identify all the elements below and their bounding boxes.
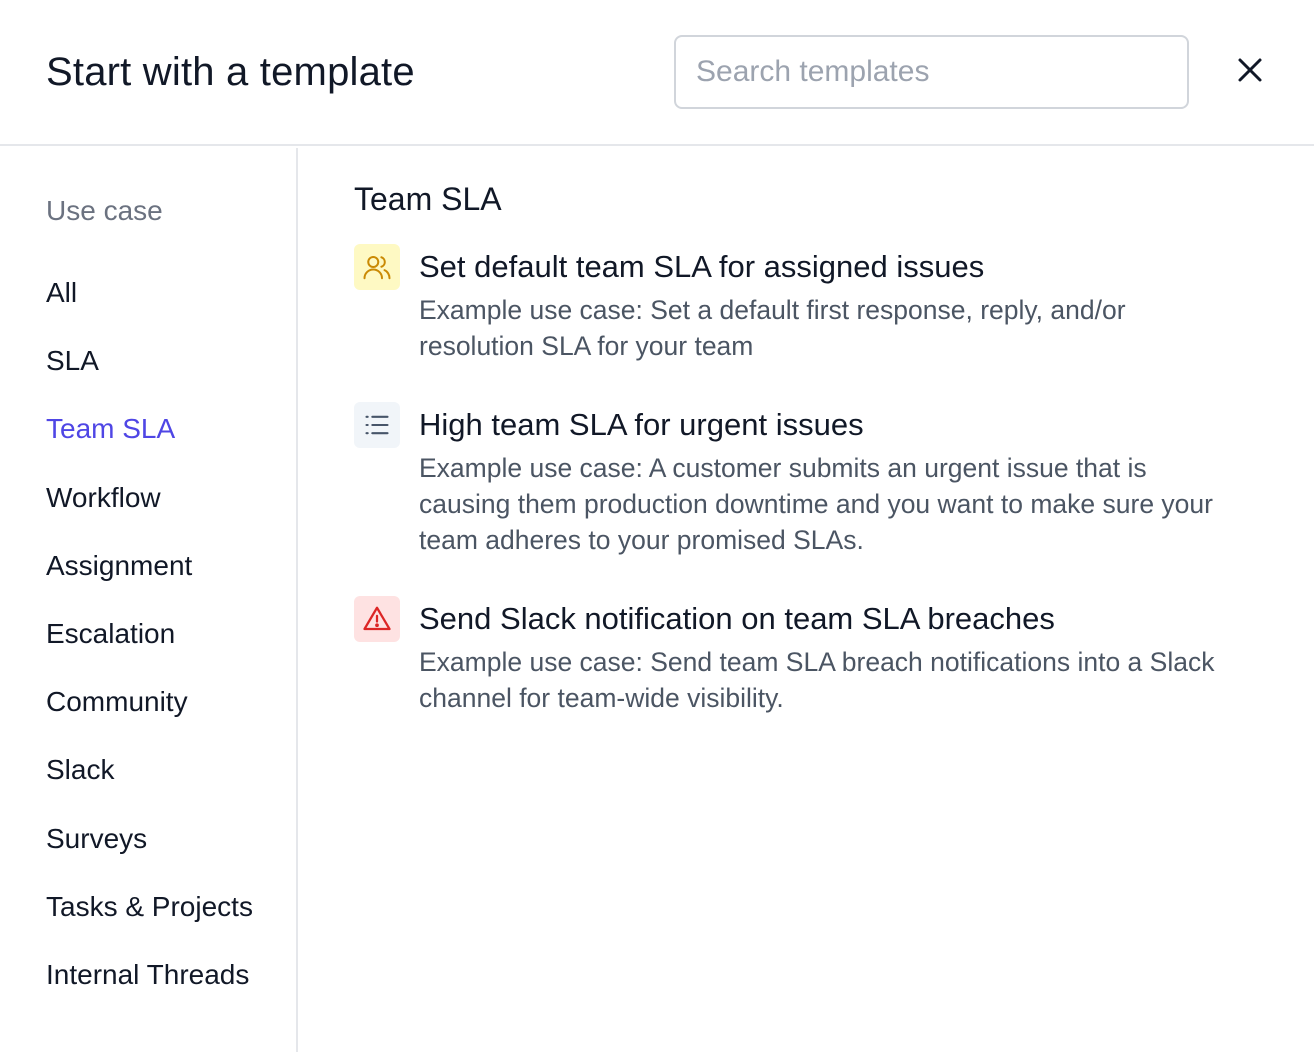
sidebar-item-all[interactable]: All: [46, 276, 253, 344]
sidebar-item-surveys[interactable]: Surveys: [46, 822, 253, 890]
warning-icon: [354, 596, 400, 642]
template-description: Example use case: A customer submits an …: [419, 453, 1213, 555]
sidebar-item-internal-threads[interactable]: Internal Threads: [46, 958, 253, 1026]
sidebar-item-assignment[interactable]: Assignment: [46, 549, 253, 617]
template-card[interactable]: Send Slack notification on team SLA brea…: [354, 596, 1234, 720]
template-list-panel: Team SLA Set default team SLA for assign…: [300, 148, 1314, 1052]
sidebar-item-slack[interactable]: Slack: [46, 753, 253, 821]
sidebar-item-escalation[interactable]: Escalation: [46, 617, 253, 685]
sidebar-item-sla[interactable]: SLA: [46, 344, 253, 412]
search-templates-input[interactable]: [674, 35, 1189, 109]
sidebar-item-tasks-projects[interactable]: Tasks & Projects: [46, 890, 253, 958]
close-button[interactable]: [1230, 52, 1270, 92]
close-icon[interactable]: [1237, 57, 1263, 88]
users-icon: [354, 244, 400, 290]
sidebar-item-workflow[interactable]: Workflow: [46, 481, 253, 549]
sidebar-heading: Use case: [46, 195, 163, 226]
template-card[interactable]: Set default team SLA for assigned issues…: [354, 244, 1234, 368]
template-title: Set default team SLA for assigned issues: [419, 249, 985, 284]
modal-header: Start with a template: [0, 0, 1314, 146]
use-case-sidebar: Use case All SLA Team SLA Workflow Assig…: [0, 148, 298, 1052]
template-description: Example use case: Send team SLA breach n…: [419, 647, 1215, 713]
sidebar-item-community[interactable]: Community: [46, 685, 253, 753]
template-description: Example use case: Set a default first re…: [419, 295, 1126, 361]
use-case-list: All SLA Team SLA Workflow Assignment Esc…: [46, 276, 253, 1026]
section-title: Team SLA: [354, 181, 502, 217]
list-icon: [354, 402, 400, 448]
template-card[interactable]: High team SLA for urgent issues Example …: [354, 402, 1234, 562]
modal-title: Start with a template: [46, 50, 415, 94]
sidebar-item-team-sla[interactable]: Team SLA: [46, 412, 253, 480]
template-title: High team SLA for urgent issues: [419, 407, 864, 442]
template-title: Send Slack notification on team SLA brea…: [419, 601, 1055, 636]
